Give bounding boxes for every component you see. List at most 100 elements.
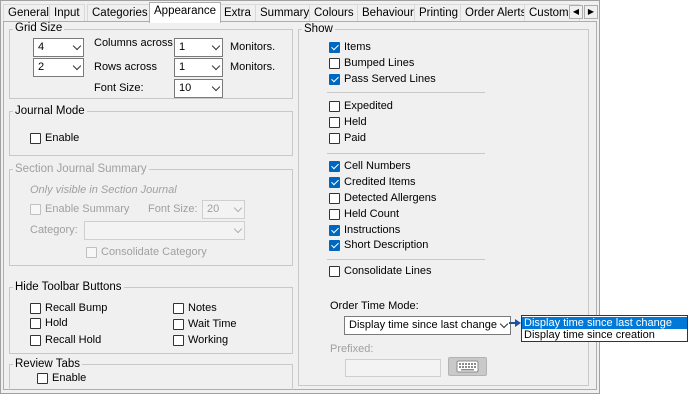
journal-enable-label: Enable [45,132,80,144]
option-time-since-creation[interactable]: Display time since creation [522,329,687,341]
chevron-down-icon [233,203,243,213]
tab-strip: General Input Categories Appearance Extr… [3,2,603,23]
journal-enable-checkbox[interactable] [30,133,41,144]
summary-font-size-select[interactable]: 20 [202,200,245,219]
working-checkbox[interactable] [173,335,184,346]
wait-time-checkbox[interactable] [173,319,184,330]
rows-across-label: Rows across [94,61,157,73]
working-label: Working [188,334,229,346]
category-select[interactable] [84,221,245,240]
rows-monitors-select[interactable]: 1 [174,58,223,77]
tab-input[interactable]: Input [49,4,85,22]
review-tabs-title: Review Tabs [13,358,82,371]
chevron-down-icon [211,41,221,51]
prefixed-label: Prefixed: [330,343,374,355]
show-checkbox-pass-served-lines[interactable] [329,74,340,85]
summary-font-size-value: 20 [207,203,220,215]
monitors-label-1: Monitors. [230,41,276,53]
review-tabs-enable-checkbox[interactable] [37,373,48,384]
font-size-select[interactable]: 10 [174,79,223,98]
chevron-down-icon [233,224,243,234]
show-checkbox-paid[interactable] [329,133,340,144]
tab-printing[interactable]: Printing [414,4,463,22]
show-label-short-description: Short Description [344,239,429,251]
font-size-value: 10 [179,82,192,94]
show-label-pass-served-lines: Pass Served Lines [344,73,436,85]
show-divider-3 [327,259,485,260]
chevron-down-icon [72,41,82,51]
hide-toolbar-title: Hide Toolbar Buttons [13,281,124,294]
columns-value: 4 [38,41,45,53]
show-checkbox-short-description[interactable] [329,240,340,251]
columns-across-label: Columns across [94,37,173,49]
show-checkbox-held[interactable] [329,117,340,128]
show-checkbox-held-count[interactable] [329,209,340,220]
show-checkbox-credited-items[interactable] [329,177,340,188]
tab-extra[interactable]: Extra [219,4,256,22]
tab-general[interactable]: General [3,4,54,22]
tab-scroll-left-icon[interactable]: ◀ [569,5,583,19]
chevron-down-icon [72,61,82,71]
show-checkbox-bumped-lines[interactable] [329,58,340,69]
rows-select[interactable]: 2 [33,58,84,77]
show-checkbox-items[interactable] [329,42,340,53]
show-label-consolidate-lines: Consolidate Lines [344,265,432,277]
show-label-expedited: Expedited [344,100,393,112]
notes-label: Notes [188,302,217,314]
tab-order-alerts[interactable]: Order Alerts [460,4,532,22]
tab-categories[interactable]: Categories [87,4,153,22]
notes-checkbox[interactable] [173,303,184,314]
rows-value: 2 [38,61,45,73]
keyboard-button[interactable] [448,357,487,376]
recall-bump-checkbox[interactable] [30,303,41,314]
order-time-mode-label: Order Time Mode: [330,300,419,312]
show-label-bumped-lines: Bumped Lines [344,57,415,69]
show-checkbox-instructions[interactable] [329,225,340,236]
show-checkbox-expedited[interactable] [329,101,340,112]
review-tabs-enable-label: Enable [52,372,87,384]
show-label-detected-allergens: Detected Allergens [344,192,437,204]
tab-scroll-right-icon[interactable]: ▶ [584,5,598,19]
tab-colours[interactable]: Colours [309,4,359,22]
consolidate-category-label: Consolidate Category [101,246,207,258]
show-label-paid: Paid [344,132,367,144]
prefixed-input[interactable] [345,359,441,377]
tab-appearance[interactable]: Appearance [149,2,222,23]
columns-select[interactable]: 4 [33,38,84,57]
chevron-down-icon [211,82,221,92]
show-divider-1 [327,92,485,93]
recall-hold-checkbox[interactable] [30,335,41,346]
section-journal-title: Section Journal Summary [13,163,149,176]
show-checkbox-detected-allergens[interactable] [329,193,340,204]
show-divider-2 [327,153,485,154]
hold-label: Hold [45,317,68,329]
chevron-down-icon [211,61,221,71]
enable-summary-label: Enable Summary [45,203,130,215]
show-label-held-count: Held Count [344,208,400,220]
show-label-credited-items: Credited Items [344,176,416,188]
show-label-items: Items [344,41,371,53]
option-time-since-last-change[interactable]: Display time since last change [522,317,687,329]
settings-dialog: General Input Categories Appearance Extr… [0,0,600,394]
show-title: Show [302,23,335,36]
tab-summary[interactable]: Summary [255,4,315,22]
show-checkbox-cell-numbers[interactable] [329,161,340,172]
chevron-down-icon [499,319,509,329]
columns-monitors-select[interactable]: 1 [174,38,223,57]
hold-checkbox[interactable] [30,318,41,329]
summary-font-size-label: Font Size: [148,203,198,215]
consolidate-category-checkbox[interactable] [86,247,97,258]
category-label: Category: [30,224,78,236]
rows-monitors-value: 1 [179,61,186,73]
tab-behaviour[interactable]: Behaviour [357,4,419,22]
enable-summary-checkbox[interactable] [30,204,41,215]
columns-monitors-value: 1 [179,41,186,53]
font-size-label: Font Size: [94,82,144,94]
grid-size-title: Grid Size [13,22,65,35]
order-time-mode-select[interactable]: Display time since last change [344,316,511,335]
show-label-cell-numbers: Cell Numbers [344,160,411,172]
show-checkbox-consolidate-lines[interactable] [329,266,340,277]
wait-time-label: Wait Time [188,318,237,330]
monitors-label-2: Monitors. [230,61,276,73]
journal-mode-title: Journal Mode [13,105,87,118]
